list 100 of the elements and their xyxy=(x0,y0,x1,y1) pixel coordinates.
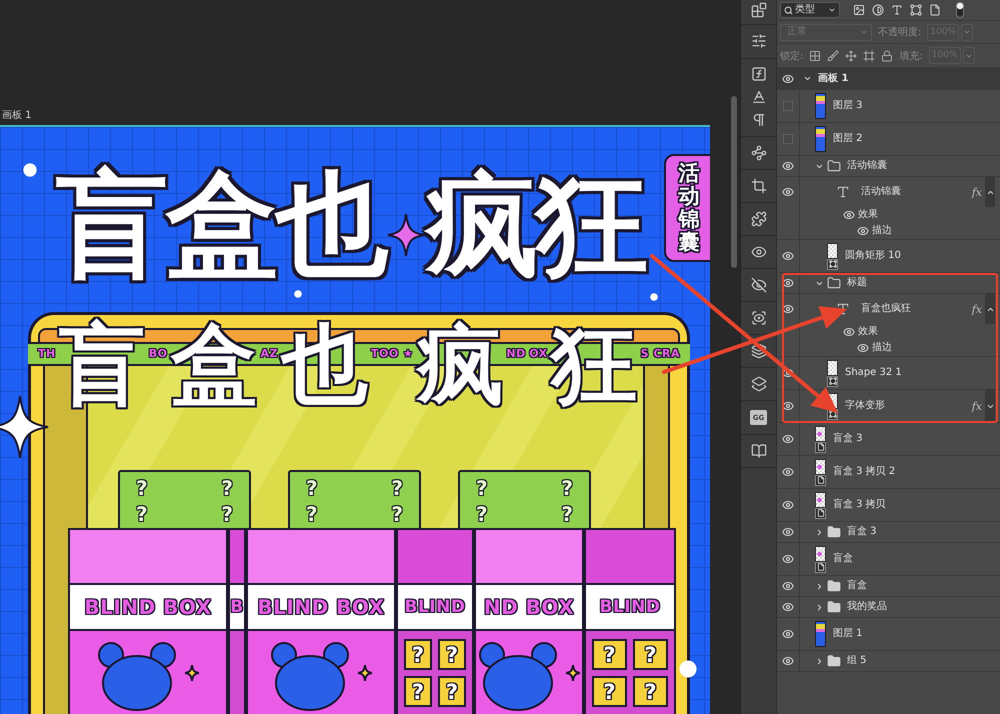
folder-icon xyxy=(827,579,841,593)
layer-name: 活动锦囊 xyxy=(847,160,887,172)
artboard-label: 画板 1 xyxy=(2,110,32,122)
layers-icon[interactable] xyxy=(750,376,766,392)
question-mark: ? xyxy=(306,502,318,528)
layer-thumbnail xyxy=(815,458,826,474)
marquee-text: TH xyxy=(38,347,56,361)
chevron-icon xyxy=(963,28,972,36)
layer-name: 盲盒 3 拷贝 2 xyxy=(833,466,896,478)
eye-off-icon[interactable] xyxy=(750,277,766,293)
vector-square-icon[interactable] xyxy=(910,4,922,16)
folder-icon xyxy=(827,654,841,668)
chevron-icon xyxy=(964,52,973,60)
question-tile: ? xyxy=(404,676,432,707)
question-mark: ? xyxy=(561,476,573,502)
type-icon xyxy=(836,185,850,199)
sliders-icon[interactable] xyxy=(750,33,766,49)
eye-icon[interactable] xyxy=(750,244,766,260)
scrollbar-thumb[interactable] xyxy=(731,96,737,268)
box-label: BLIND BOX xyxy=(257,596,385,618)
search-icon xyxy=(784,6,793,14)
marquee-text: S CRA xyxy=(640,347,680,361)
layer-thumbnail xyxy=(827,360,838,376)
pilcrow-icon[interactable] xyxy=(750,112,766,128)
frame-icon[interactable] xyxy=(863,50,876,62)
layer-name: 盲盒 xyxy=(833,553,853,565)
layer-thumbnail xyxy=(815,126,826,152)
waypoints-icon[interactable] xyxy=(750,145,766,161)
box-label: ND BOX xyxy=(484,596,574,618)
lock-icon[interactable] xyxy=(881,50,894,62)
question-tile: ? xyxy=(633,639,668,670)
file-icon[interactable] xyxy=(929,4,941,16)
marquee-text: ND xyxy=(506,347,526,361)
layer-thumbnail xyxy=(815,93,826,119)
fx-label: fx xyxy=(972,302,982,316)
layer-thumbnail xyxy=(815,546,826,562)
poster-title: 盲盒也 xyxy=(56,162,386,288)
question-tile: ? xyxy=(633,676,668,707)
question-mark: ? xyxy=(476,502,488,528)
type-icon[interactable] xyxy=(891,4,903,16)
blocks-icon[interactable] xyxy=(750,2,766,18)
layer-name: Shape 32 1 xyxy=(845,367,902,379)
layers-icon[interactable] xyxy=(750,343,766,359)
effect-name: 描边 xyxy=(872,342,892,354)
effect-name: 效果 xyxy=(858,209,878,221)
book-icon[interactable] xyxy=(750,443,766,459)
layer-name: 盲盒 3 拷贝 xyxy=(833,499,886,511)
contrast-icon[interactable] xyxy=(872,4,884,16)
four-point-star-icon xyxy=(358,665,372,681)
question-mark: ? xyxy=(306,476,318,502)
question-tile: ? xyxy=(438,639,466,670)
folder-icon xyxy=(827,276,841,290)
question-mark: ? xyxy=(391,476,403,502)
layer-name: 盲盒 3 xyxy=(847,526,877,538)
question-mark: ? xyxy=(476,476,488,502)
brush-icon[interactable] xyxy=(827,50,840,62)
layer-name: 图层 3 xyxy=(833,100,863,112)
question-mark: ? xyxy=(391,502,403,528)
box-label: BLIND xyxy=(404,596,466,618)
function-icon[interactable] xyxy=(750,66,766,82)
box-label: B xyxy=(230,596,244,618)
box-label: BLIND BOX xyxy=(84,596,212,618)
effect-name: 效果 xyxy=(858,326,878,338)
layer-name: 图层 1 xyxy=(833,628,863,640)
image-icon[interactable] xyxy=(853,4,865,16)
layer-name: 图层 2 xyxy=(833,133,863,145)
question-tile: ? xyxy=(592,676,627,707)
folder-icon xyxy=(827,159,841,173)
layer-thumbnail xyxy=(827,242,838,258)
poster-title: 疯狂 xyxy=(426,162,646,288)
question-tile: ? xyxy=(404,639,432,670)
crop-icon[interactable] xyxy=(750,178,766,194)
dot-icon xyxy=(650,293,658,301)
layer-name: 字体变形 xyxy=(845,400,885,412)
move-icon[interactable] xyxy=(845,50,858,62)
question-mark: ? xyxy=(221,476,233,502)
type-icon xyxy=(836,302,850,316)
baseline-icon[interactable] xyxy=(750,89,766,105)
question-tile: ? xyxy=(438,676,466,707)
effect-name: 描边 xyxy=(872,225,892,237)
question-tile: ? xyxy=(592,639,627,670)
fill-label: 填充: xyxy=(899,50,923,62)
smart-object-icon xyxy=(815,508,826,518)
opacity-label: 不透明度: xyxy=(878,26,922,39)
smart-object-icon xyxy=(815,562,826,572)
puzzle-icon[interactable] xyxy=(750,211,766,227)
marquee-text: TOO ★ xyxy=(370,347,414,361)
layer-thumbnail xyxy=(815,426,826,442)
scan-eye-icon[interactable] xyxy=(750,310,766,326)
layer-name: 组 5 xyxy=(847,655,867,667)
folder-icon xyxy=(827,525,841,539)
question-mark: ? xyxy=(136,476,148,502)
layer-name: 盲盒 3 xyxy=(833,433,863,445)
question-mark: ? xyxy=(561,502,573,528)
vector-square-icon xyxy=(827,376,838,386)
question-mark: ? xyxy=(221,502,233,528)
checkerboard-icon[interactable] xyxy=(809,50,822,62)
tag-text: 活动锦囊 xyxy=(678,162,700,254)
marquee-text: BO xyxy=(148,347,168,361)
chevron-icon xyxy=(860,28,868,36)
